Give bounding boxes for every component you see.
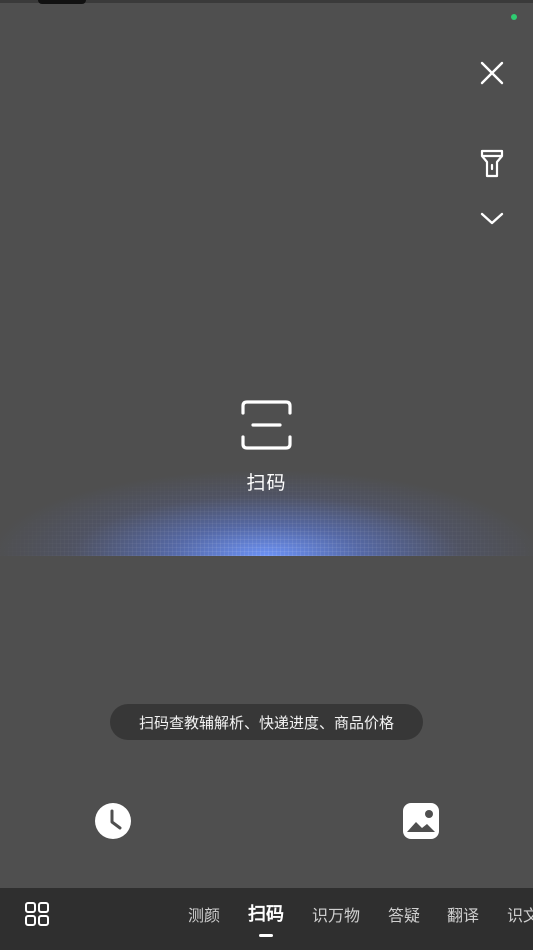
tab-qa[interactable]: 答疑 — [388, 902, 420, 926]
album-button[interactable] — [402, 802, 440, 840]
tab-scan[interactable]: 扫码 — [248, 900, 284, 926]
scan-hint: 扫码查教辅解析、快递进度、商品价格 — [110, 704, 423, 740]
camera-notch — [38, 0, 86, 4]
scan-frame-icon — [241, 400, 292, 450]
flashlight-button[interactable] — [477, 148, 507, 178]
scan-mode-label: 扫码 — [246, 472, 287, 494]
active-tab-indicator — [259, 934, 273, 937]
collapse-button[interactable] — [477, 204, 507, 234]
history-button[interactable] — [94, 802, 132, 840]
scan-button[interactable] — [240, 399, 293, 451]
tab-translate[interactable]: 翻译 — [447, 902, 479, 926]
more-tools-button[interactable] — [24, 901, 50, 927]
tab-text-recognition[interactable]: 识文 — [507, 902, 533, 926]
close-button[interactable] — [477, 58, 507, 88]
clock-icon — [95, 803, 131, 839]
grid-icon — [25, 902, 49, 926]
privacy-indicator-dot — [511, 14, 517, 20]
tab-face[interactable]: 测颜 — [188, 902, 220, 926]
flashlight-icon — [480, 149, 504, 178]
image-icon — [403, 803, 439, 839]
close-icon — [480, 61, 504, 85]
mode-tab-bar: 测颜 扫码 识万物 答疑 翻译 识文 — [0, 888, 533, 950]
scan-hint-text: 扫码查教辅解析、快递进度、商品价格 — [138, 713, 394, 732]
tab-identify-objects[interactable]: 识万物 — [312, 902, 360, 926]
chevron-down-icon — [480, 212, 504, 225]
